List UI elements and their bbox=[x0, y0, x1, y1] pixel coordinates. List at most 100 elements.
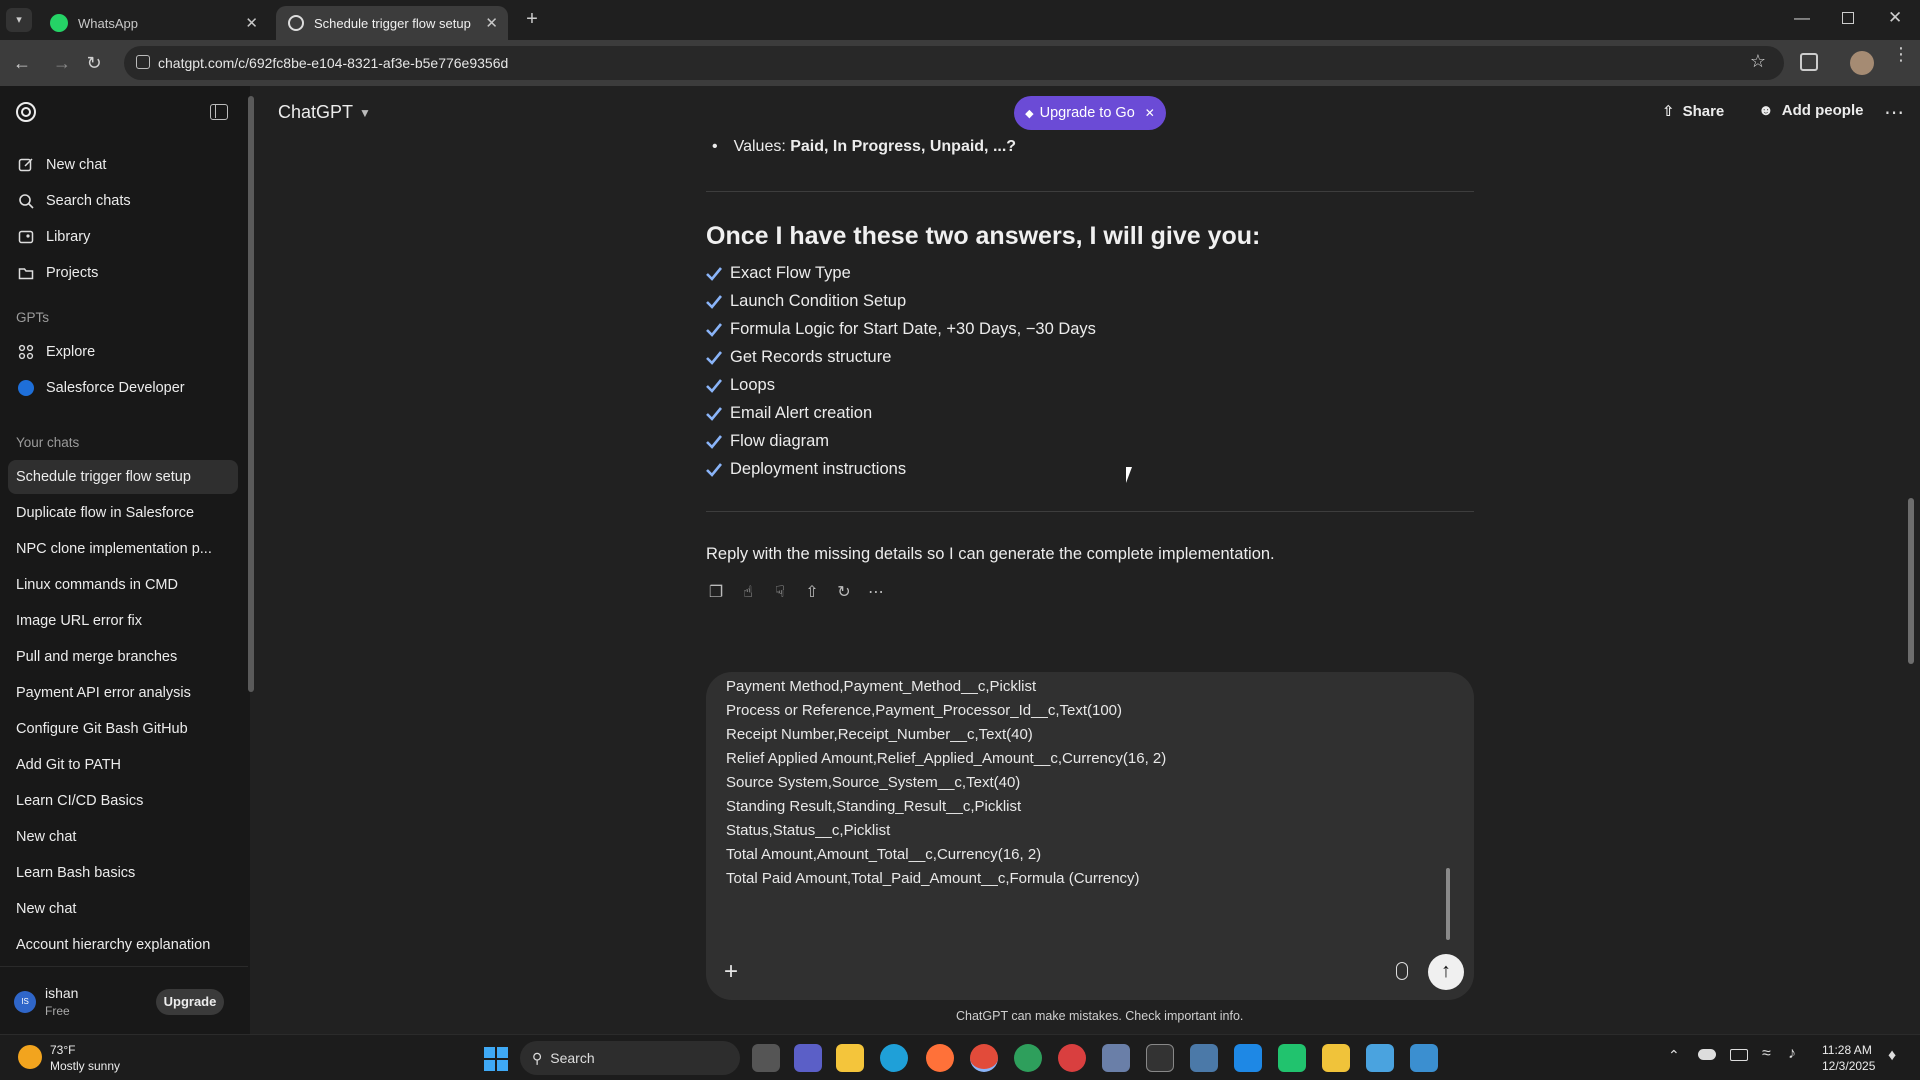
windows-start-icon[interactable] bbox=[484, 1047, 508, 1071]
new-tab-button[interactable]: + bbox=[520, 8, 544, 32]
vscode-icon[interactable] bbox=[1234, 1044, 1262, 1072]
sidebar-item-projects[interactable]: Projects bbox=[8, 256, 238, 290]
user-profile[interactable]: IS ishan Free Upgrade bbox=[0, 966, 248, 1034]
sidebar-item-search-chats[interactable]: Search chats bbox=[8, 184, 238, 218]
upgrade-to-go-pill[interactable]: ◆ Upgrade to Go ✕ bbox=[1014, 96, 1166, 130]
url-input[interactable]: chatgpt.com/c/692fc8be-e104-8321-af3e-b5… bbox=[124, 46, 1784, 80]
main-scrollbar[interactable] bbox=[1908, 498, 1914, 664]
chrome-profile-icon[interactable] bbox=[1058, 1044, 1086, 1072]
firefox-icon[interactable] bbox=[926, 1044, 954, 1072]
thumbs-down-icon[interactable]: ☟ bbox=[770, 582, 790, 606]
composer-text-line[interactable]: Standing Result,Standing_Result__c,Pickl… bbox=[726, 798, 1021, 815]
onedrive-icon[interactable] bbox=[1698, 1049, 1716, 1060]
site-info-icon[interactable] bbox=[136, 55, 150, 69]
sidebar-chat-item[interactable]: Pull and merge branches bbox=[8, 640, 238, 674]
bookmark-star-icon[interactable]: ☆ bbox=[1750, 51, 1766, 72]
git-icon[interactable] bbox=[1322, 1044, 1350, 1072]
close-sidebar-icon[interactable] bbox=[210, 104, 228, 120]
more-options-icon[interactable]: ⋯ bbox=[1884, 100, 1904, 125]
database-icon[interactable] bbox=[1190, 1044, 1218, 1072]
edge-icon[interactable] bbox=[880, 1044, 908, 1072]
share-icon[interactable]: ⇧ bbox=[802, 582, 822, 606]
weather-desc[interactable]: Mostly sunny bbox=[50, 1059, 120, 1073]
chrome-alt-icon[interactable] bbox=[1014, 1044, 1042, 1072]
tab-chatgpt[interactable]: Schedule trigger flow setup ✕ bbox=[276, 6, 508, 40]
taskbar-search[interactable]: ⚲ Search bbox=[520, 1041, 740, 1075]
close-icon[interactable]: ✕ bbox=[1145, 106, 1155, 120]
close-icon[interactable]: ✕ bbox=[245, 14, 258, 32]
terminal-icon[interactable] bbox=[1146, 1044, 1174, 1072]
add-people-button[interactable]: ☻ Add people bbox=[1758, 102, 1863, 119]
composer-text-line[interactable]: Status,Status__c,Picklist bbox=[726, 822, 890, 839]
sidebar-chat-item[interactable]: Learn CI/CD Basics bbox=[8, 784, 238, 818]
volume-icon[interactable]: ♪ bbox=[1788, 1045, 1796, 1063]
sidebar-chat-item[interactable]: Image URL error fix bbox=[8, 604, 238, 638]
regenerate-icon[interactable]: ↻ bbox=[834, 582, 854, 606]
share-label: Share bbox=[1682, 102, 1725, 120]
model-selector[interactable]: ChatGPT ▼ bbox=[278, 102, 371, 123]
clock-date[interactable]: 12/3/2025 bbox=[1822, 1059, 1875, 1073]
browser-menu-icon[interactable]: ⋮ bbox=[1892, 45, 1910, 63]
close-window-icon[interactable]: ✕ bbox=[1888, 8, 1902, 28]
sidebar-chat-item[interactable]: New chat bbox=[8, 820, 238, 854]
reload-icon[interactable]: ↻ bbox=[82, 51, 106, 75]
task-manager-icon[interactable] bbox=[1102, 1044, 1130, 1072]
meet-icon[interactable] bbox=[794, 1044, 822, 1072]
close-icon[interactable]: ✕ bbox=[485, 14, 498, 32]
more-icon[interactable]: ⋯ bbox=[866, 582, 886, 606]
chat-title: Payment API error analysis bbox=[16, 685, 191, 701]
sidebar-chat-item[interactable]: Configure Git Bash GitHub bbox=[8, 712, 238, 746]
weather-icon[interactable] bbox=[18, 1045, 42, 1069]
chevron-up-icon[interactable]: ⌃ bbox=[1668, 1047, 1680, 1064]
sidebar-chat-item[interactable]: Payment API error analysis bbox=[8, 676, 238, 710]
composer-text-line[interactable]: Total Amount,Amount_Total__c,Currency(16… bbox=[726, 846, 1041, 863]
composer-scrollbar[interactable] bbox=[1446, 868, 1450, 940]
file-explorer-icon[interactable] bbox=[836, 1044, 864, 1072]
composer-text-line[interactable]: Relief Applied Amount,Relief_Applied_Amo… bbox=[726, 750, 1166, 767]
values-prefix: Values: bbox=[733, 138, 791, 155]
sidebar-chat-item[interactable]: Linux commands in CMD bbox=[8, 568, 238, 602]
back-icon[interactable]: ← bbox=[10, 51, 34, 75]
upgrade-button[interactable]: Upgrade bbox=[156, 989, 224, 1015]
notifications-icon[interactable]: ♦ bbox=[1888, 1047, 1896, 1065]
forward-icon[interactable]: → bbox=[50, 51, 74, 75]
sidebar-chat-item[interactable]: Learn Bash basics bbox=[8, 856, 238, 890]
restore-icon[interactable] bbox=[1842, 12, 1854, 24]
extensions-icon[interactable] bbox=[1800, 53, 1818, 71]
openai-logo-icon[interactable] bbox=[14, 100, 38, 124]
pycharm-icon[interactable] bbox=[1278, 1044, 1306, 1072]
remote-desktop-icon[interactable] bbox=[1410, 1044, 1438, 1072]
keyboard-icon[interactable] bbox=[1730, 1049, 1748, 1061]
composer-text-line[interactable]: Receipt Number,Receipt_Number__c,Text(40… bbox=[726, 726, 1033, 743]
sidebar-chat-item[interactable]: Duplicate flow in Salesforce bbox=[8, 496, 238, 530]
sidebar-chat-item[interactable]: Schedule trigger flow setup bbox=[8, 460, 238, 494]
minimize-icon[interactable]: — bbox=[1794, 10, 1814, 28]
share-button[interactable]: ⇧ Share bbox=[1662, 102, 1725, 121]
sidebar-item-new-chat[interactable]: New chat bbox=[8, 148, 238, 182]
sidebar-chat-item[interactable]: New chat bbox=[8, 892, 238, 926]
profile-avatar[interactable] bbox=[1850, 51, 1874, 75]
sidebar-item-salesforce-developer[interactable]: Salesforce Developer bbox=[8, 371, 238, 405]
sidebar-chat-item[interactable]: NPC clone implementation p... bbox=[8, 532, 238, 566]
composer-text-line[interactable]: Source System,Source_System__c,Text(40) bbox=[726, 774, 1020, 791]
sidebar-item-explore[interactable]: Explore bbox=[8, 335, 238, 369]
chrome-icon[interactable] bbox=[970, 1044, 998, 1072]
copy-icon[interactable]: ❐ bbox=[706, 582, 726, 606]
tab-list-dropdown[interactable]: ▾ bbox=[6, 8, 32, 32]
clock-time[interactable]: 11:28 AM bbox=[1822, 1043, 1872, 1057]
sidebar-chat-item[interactable]: Account hierarchy explanation bbox=[8, 928, 238, 962]
thumbs-up-icon[interactable]: ☝ bbox=[738, 582, 758, 606]
add-attachment-icon[interactable]: + bbox=[724, 958, 738, 986]
composer-text-line[interactable]: Total Paid Amount,Total_Paid_Amount__c,F… bbox=[726, 870, 1140, 887]
composer-text-line[interactable]: Payment Method,Payment_Method__c,Picklis… bbox=[726, 678, 1036, 695]
weather-temp[interactable]: 73°F bbox=[50, 1043, 75, 1057]
composer-text-line[interactable]: Process or Reference,Payment_Processor_I… bbox=[726, 702, 1122, 719]
notepad-icon[interactable] bbox=[1366, 1044, 1394, 1072]
tab-whatsapp[interactable]: WhatsApp ✕ bbox=[38, 6, 268, 40]
wifi-icon[interactable]: ≈ bbox=[1762, 1045, 1771, 1063]
task-view-icon[interactable] bbox=[752, 1044, 780, 1072]
microphone-icon[interactable] bbox=[1396, 962, 1408, 980]
sidebar-chat-item[interactable]: Add Git to PATH bbox=[8, 748, 238, 782]
sidebar-item-library[interactable]: Library bbox=[8, 220, 238, 254]
send-button[interactable]: ↑ bbox=[1428, 954, 1464, 990]
